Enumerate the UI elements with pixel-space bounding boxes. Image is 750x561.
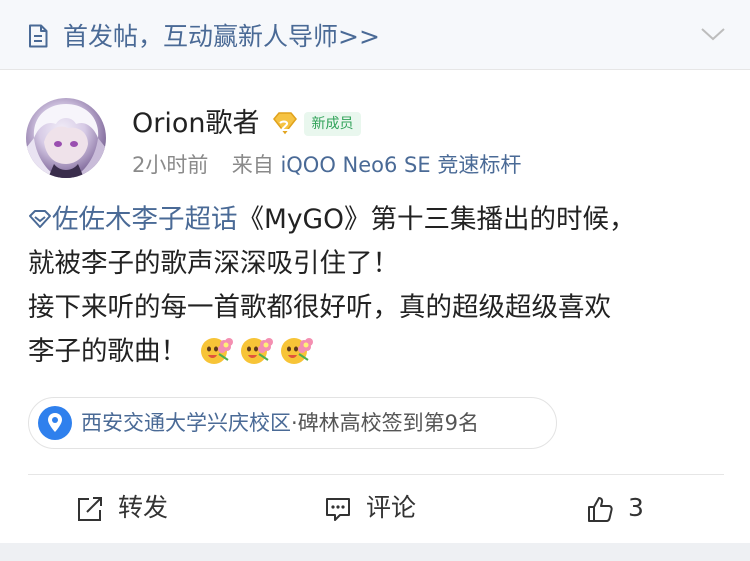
post-line-2: 就被李子的歌声深深吸引住了！	[28, 248, 399, 279]
post-line-4: 李子的歌曲！	[28, 330, 728, 374]
document-icon	[29, 24, 48, 48]
username[interactable]: Orion歌者	[132, 104, 260, 144]
post-time: 2小时前	[132, 153, 209, 177]
comment-button[interactable]: 评论	[324, 488, 444, 528]
source-prefix: 来自	[231, 153, 274, 177]
bottom-separator	[0, 543, 750, 561]
post-text-1: 《MyGO》第十三集播出的时候，	[237, 204, 636, 235]
avatar-image	[26, 104, 106, 178]
flower-face-emoji	[281, 338, 314, 364]
thumbs-up-icon	[588, 497, 613, 522]
comment-label: 评论	[366, 493, 417, 522]
action-divider	[28, 474, 724, 475]
banner-text: 首发帖，互动赢新人导师>>	[63, 22, 380, 51]
post-line-3: 接下来听的每一首歌都很好听，真的超级超级喜欢	[28, 292, 611, 323]
repost-label: 转发	[118, 493, 169, 522]
chevron-down-icon[interactable]	[700, 26, 726, 42]
vip-diamond-badge-icon[interactable]	[270, 110, 300, 136]
location-text: 西安交通大学兴庆校区·碑林高校签到第9名	[81, 406, 479, 440]
flower-face-emoji	[201, 338, 234, 364]
first-post-banner[interactable]: 首发帖，互动赢新人导师>>	[0, 0, 750, 70]
like-count: 3	[628, 493, 644, 522]
checkin-rank: 碑林高校签到第9名	[297, 411, 480, 435]
super-topic-diamond-icon	[29, 210, 51, 228]
repost-icon	[78, 497, 102, 521]
like-button[interactable]: 3	[586, 488, 666, 528]
post-line-1: 佐佐木李子超话《MyGO》第十三集播出的时候，	[28, 198, 728, 242]
super-topic-link[interactable]: 佐佐木李子超话	[52, 204, 238, 235]
location-separator: ·	[291, 411, 298, 435]
post-meta: 2小时前 来自 iQOO Neo6 SE 竞速标杆	[132, 150, 521, 180]
post-content: 佐佐木李子超话《MyGO》第十三集播出的时候， 就被李子的歌声深深吸引住了！ 接…	[28, 198, 728, 374]
comment-icon	[326, 498, 350, 521]
repost-button[interactable]: 转发	[76, 488, 196, 528]
avatar[interactable]	[26, 98, 106, 178]
new-member-badge: 新成员	[304, 112, 361, 136]
location-place: 西安交通大学兴庆校区	[81, 411, 291, 435]
location-chip[interactable]: 西安交通大学兴庆校区·碑林高校签到第9名	[28, 397, 557, 449]
source-device[interactable]: iQOO Neo6 SE 竞速标杆	[280, 153, 521, 177]
post-text-4: 李子的歌曲！	[28, 336, 187, 367]
location-pin-icon	[38, 406, 72, 440]
flower-face-emoji	[241, 338, 274, 364]
